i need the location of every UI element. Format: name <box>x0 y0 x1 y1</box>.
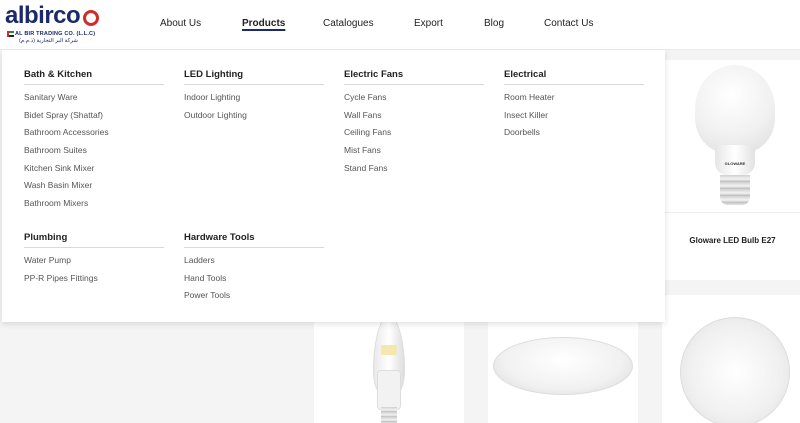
menu-link[interactable]: Stand Fans <box>344 160 484 178</box>
menu-link[interactable]: Wash Basin Mixer <box>24 177 164 195</box>
menu-link[interactable]: Bathroom Mixers <box>24 195 164 213</box>
nav-catalogues[interactable]: Catalogues <box>323 18 374 29</box>
nav-products[interactable]: Products <box>242 18 285 29</box>
site-header: albirco AL BIR TRADING CO. (L.L.C) شركة … <box>0 0 800 50</box>
menu-link[interactable]: Doorbells <box>504 124 644 142</box>
nav-blog[interactable]: Blog <box>484 18 504 29</box>
menu-link[interactable]: Bathroom Suites <box>24 142 164 160</box>
logo-wordmark: albirco <box>5 2 81 29</box>
bulb-brand-label: GLOWARE <box>724 161 746 166</box>
menu-column-electrical: Electrical Room Heater Insect Killer Doo… <box>504 69 644 142</box>
candle-bulb-image <box>369 315 409 423</box>
menu-link[interactable]: Bidet Spray (Shattaf) <box>24 107 164 125</box>
led-bulb-image: GLOWARE <box>695 65 775 210</box>
menu-column-plumbing: Plumbing Water Pump PP-R Pipes Fittings <box>24 232 164 287</box>
menu-link[interactable]: Room Heater <box>504 89 644 107</box>
menu-link[interactable]: Hand Tools <box>184 270 324 288</box>
nav-contact-us[interactable]: Contact Us <box>544 18 593 29</box>
menu-heading[interactable]: Electrical <box>504 69 644 85</box>
menu-link[interactable]: Insect Killer <box>504 107 644 125</box>
menu-link[interactable]: Mist Fans <box>344 142 484 160</box>
menu-column-electric-fans: Electric Fans Cycle Fans Wall Fans Ceili… <box>344 69 484 177</box>
menu-heading[interactable]: Hardware Tools <box>184 232 324 248</box>
menu-column-led-lighting: LED Lighting Indoor Lighting Outdoor Lig… <box>184 69 324 124</box>
flag-icon <box>7 31 14 37</box>
logo-subtitle: AL BIR TRADING CO. (L.L.C) <box>15 31 96 37</box>
menu-link[interactable]: Kitchen Sink Mixer <box>24 160 164 178</box>
nav-about-us[interactable]: About Us <box>160 18 201 29</box>
brand-logo[interactable]: albirco AL BIR TRADING CO. (L.L.C) شركة … <box>5 4 100 46</box>
menu-link[interactable]: Power Tools <box>184 287 324 305</box>
menu-column-bath-kitchen: Bath & Kitchen Sanitary Ware Bidet Spray… <box>24 69 164 213</box>
menu-link[interactable]: PP-R Pipes Fittings <box>24 270 164 288</box>
product-card-bulb[interactable]: GLOWARE Gloware LED Bulb E27 <box>665 60 800 280</box>
gear-icon <box>83 10 99 26</box>
menu-link[interactable]: Sanitary Ware <box>24 89 164 107</box>
nav-export[interactable]: Export <box>414 18 443 29</box>
menu-link[interactable]: Ladders <box>184 252 324 270</box>
menu-link[interactable]: Cycle Fans <box>344 89 484 107</box>
menu-column-hardware-tools: Hardware Tools Ladders Hand Tools Power … <box>184 232 324 305</box>
menu-link[interactable]: Outdoor Lighting <box>184 107 324 125</box>
ceiling-light-image <box>493 337 633 395</box>
menu-link[interactable]: Water Pump <box>24 252 164 270</box>
product-title[interactable]: Gloware LED Bulb E27 <box>665 236 800 245</box>
menu-heading[interactable]: Bath & Kitchen <box>24 69 164 85</box>
menu-link[interactable]: Ceiling Fans <box>344 124 484 142</box>
menu-heading[interactable]: Plumbing <box>24 232 164 248</box>
logo-arabic: شركة البر التجارية (ذ.م.م) <box>19 38 78 44</box>
products-mega-menu: Bath & Kitchen Sanitary Ware Bidet Spray… <box>2 50 665 322</box>
round-light-image <box>680 317 790 423</box>
menu-link[interactable]: Indoor Lighting <box>184 89 324 107</box>
menu-link[interactable]: Wall Fans <box>344 107 484 125</box>
menu-heading[interactable]: Electric Fans <box>344 69 484 85</box>
menu-link[interactable]: Bathroom Accessories <box>24 124 164 142</box>
product-card-round-light[interactable] <box>662 295 800 423</box>
menu-heading[interactable]: LED Lighting <box>184 69 324 85</box>
